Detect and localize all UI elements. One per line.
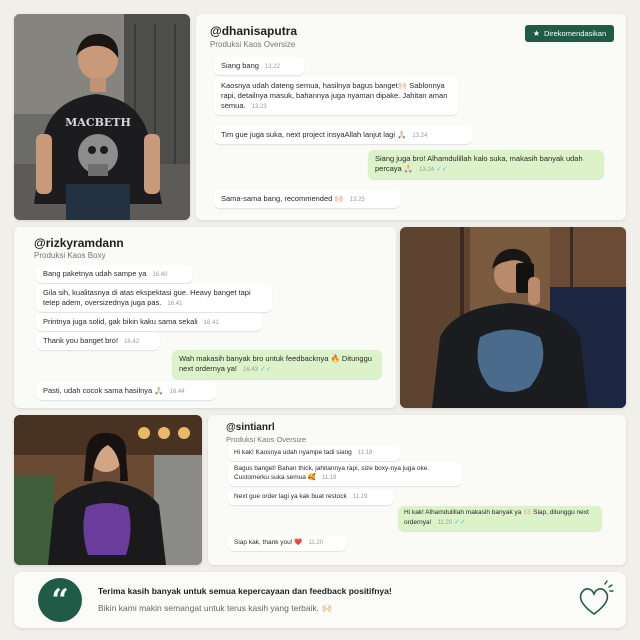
message-text: Printnya juga solid, gak bikin kaku sama… <box>43 317 198 326</box>
badge-label: Direkomendasikan <box>544 29 607 38</box>
message-time: 13.24 <box>419 167 435 174</box>
message-time: 16.43 <box>242 367 258 374</box>
message-time: 13.23 <box>251 104 267 111</box>
message-bubble: Gila sih, kualitasnya di atas ekspektasi… <box>36 284 272 313</box>
message-text: Wah makasih banyak bro untuk feedbacknya… <box>179 354 372 374</box>
star-icon: ★ <box>532 29 541 38</box>
customer-handle: @rizkyramdann <box>34 236 124 250</box>
message-bubble: Siang bang 13.22 <box>214 57 304 76</box>
thank-you-footer: “ Terima kasih banyak untuk semua keperc… <box>14 572 626 628</box>
read-receipt-icon: ✓✓ <box>454 518 466 526</box>
product-label: Produksi Kaos Oversize <box>210 40 296 49</box>
quote-icon: “ <box>38 578 82 622</box>
recommended-badge: ★ Direkomendasikan <box>525 25 614 42</box>
message-bubble: Tim gue juga suka, next project insyaAll… <box>214 126 472 145</box>
message-time: 13.25 <box>349 197 365 203</box>
customer-handle: @dhanisaputra <box>210 24 298 38</box>
footer-title: Terima kasih banyak untuk semua kepercay… <box>98 586 392 596</box>
message-bubble: Sama-sama bang, recommended 🙌🏻 13.25 <box>214 190 400 209</box>
message-text: Bang paketnya udah sampe ya <box>43 269 147 278</box>
heart-icon <box>574 580 614 625</box>
message-text: Gila sih, kualitasnya di atas ekspektasi… <box>43 288 251 308</box>
message-time: 16.41 <box>203 320 219 326</box>
message-bubble-outgoing: Siang juga bro! Alhamdulillah kalo suka,… <box>368 150 604 179</box>
message-bubble: Hi kak! Kaosnya udah nyampe tadi siang 11… <box>228 446 400 461</box>
message-bubble-outgoing: Wah makasih banyak bro untuk feedbacknya… <box>172 350 382 379</box>
message-time: 13.22 <box>264 64 280 70</box>
message-text: Hi kak! Alhamdulillah makasih banyak ya … <box>404 509 589 526</box>
message-time: 11.19 <box>352 494 368 500</box>
message-text: Sama-sama bang, recommended 🙌🏻 <box>221 194 344 203</box>
message-text: Thank you banget bro! <box>43 336 119 345</box>
chat-card-dhanisaputra: @dhanisaputra Produksi Kaos Oversize Sia… <box>196 14 626 220</box>
read-receipt-icon: ✓✓ <box>259 366 272 374</box>
shirt-print-text: MACBETH <box>65 116 131 129</box>
customer-photo-3 <box>14 415 202 565</box>
message-time: 11.20 <box>308 540 324 546</box>
message-text: Siang juga bro! Alhamdulillah kalo suka,… <box>375 154 583 174</box>
message-bubble: Next gue order lagi ya kak buat restock 1… <box>228 490 394 505</box>
message-text: Siap kak, thank you! ❤️ <box>234 539 303 546</box>
message-bubble: Kaosnya udah dateng semua, hasilnya bagu… <box>214 77 458 116</box>
message-time: 16.40 <box>152 272 168 278</box>
message-time: 16.41 <box>167 301 183 308</box>
message-bubble: Bagus banget! Bahan thick, jahitannya ra… <box>228 462 462 486</box>
message-bubble: Pasti, udah cocok sama hasilnya 🙏🏻 16.44 <box>36 382 216 401</box>
message-time: 11.18 <box>357 450 373 456</box>
product-label: Produksi Kaos Boxy <box>34 251 106 260</box>
message-time: 16.42 <box>124 339 140 345</box>
chat-card-sintianrl: @sintianrl Produksi Kaos Oversize Hi kak… <box>208 415 626 565</box>
message-bubble-outgoing: Hi kak! Alhamdulillah makasih banyak ya … <box>398 506 602 531</box>
message-bubble: Thank you banget bro! 16.42 <box>36 332 160 351</box>
product-label: Produksi Kaos Oversize <box>226 435 307 444</box>
customer-photo-2 <box>400 227 626 408</box>
footer-subtitle: Bikin kami makin semangat untuk terus ka… <box>98 603 333 613</box>
message-bubble: Siap kak, thank you! ❤️ 11.20 <box>228 536 346 551</box>
message-text: Next gue order lagi ya kak buat restock <box>234 493 347 500</box>
message-bubble: Printnya juga solid, gak bikin kaku sama… <box>36 313 262 332</box>
customer-handle: @sintianrl <box>226 422 275 433</box>
message-time: 11.19 <box>321 474 337 481</box>
read-receipt-icon: ✓✓ <box>436 166 448 174</box>
message-time: 13.24 <box>412 133 428 139</box>
message-text: Pasti, udah cocok sama hasilnya 🙏🏻 <box>43 386 164 395</box>
message-text: Siang bang <box>221 61 259 70</box>
message-text: Hi kak! Kaosnya udah nyampe tadi siang <box>234 449 352 456</box>
message-text: Tim gue juga suka, next project insyaAll… <box>221 130 407 139</box>
message-time: 16.44 <box>169 389 185 395</box>
chat-card-rizkyramdann: @rizkyramdann Produksi Kaos Boxy Bang pa… <box>14 227 396 408</box>
message-bubble: Bang paketnya udah sampe ya 16.40 <box>36 265 192 284</box>
message-time: 11.20 <box>437 519 453 526</box>
customer-photo-1: MACBETH <box>14 14 190 220</box>
